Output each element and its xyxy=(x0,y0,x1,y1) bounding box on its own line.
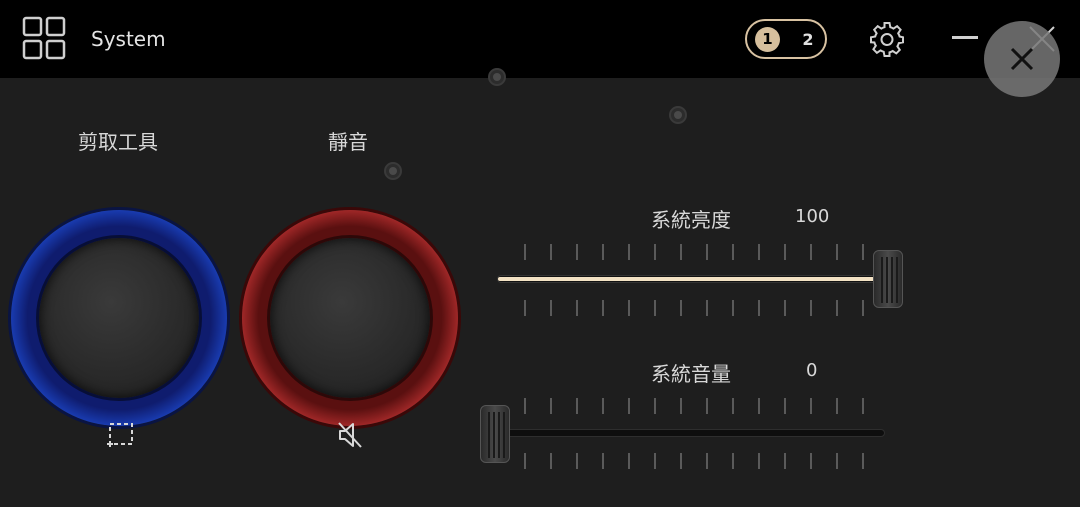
tick-mark xyxy=(524,300,526,316)
volume-label: 系統音量 xyxy=(651,362,731,386)
page-1-button[interactable]: 1 xyxy=(755,27,780,52)
app-title: System xyxy=(91,27,166,51)
tick-mark xyxy=(602,398,604,414)
knob-center xyxy=(39,238,199,398)
decorative-dot xyxy=(384,162,402,180)
tick-mark xyxy=(810,300,812,316)
knob-center xyxy=(270,238,430,398)
volume-ticks-bottom xyxy=(520,453,880,469)
top-bar: System 1 2 xyxy=(0,0,1080,78)
tick-mark xyxy=(706,244,708,260)
brightness-value: 100 xyxy=(795,206,830,227)
tick-mark xyxy=(602,453,604,469)
tick-mark xyxy=(680,398,682,414)
volume-track[interactable] xyxy=(495,429,885,437)
tick-mark xyxy=(602,300,604,316)
tick-mark xyxy=(732,300,734,316)
close-icon xyxy=(1010,47,1034,71)
brightness-fill xyxy=(498,277,888,281)
tick-mark xyxy=(524,398,526,414)
tick-mark xyxy=(784,300,786,316)
tick-mark xyxy=(628,300,630,316)
volume-slider-thumb[interactable] xyxy=(480,405,510,463)
tick-mark xyxy=(628,244,630,260)
gear-icon[interactable] xyxy=(868,20,906,58)
brightness-ticks-bottom xyxy=(520,300,880,316)
minimize-icon[interactable] xyxy=(952,36,978,39)
tick-mark xyxy=(654,244,656,260)
close-overlay-button[interactable] xyxy=(984,21,1060,97)
tick-mark xyxy=(524,453,526,469)
tick-mark xyxy=(758,300,760,316)
tick-mark xyxy=(628,453,630,469)
tick-mark xyxy=(654,300,656,316)
tick-mark xyxy=(836,453,838,469)
tick-mark xyxy=(706,300,708,316)
tick-mark xyxy=(706,398,708,414)
tick-mark xyxy=(758,244,760,260)
tick-mark xyxy=(680,244,682,260)
tick-mark xyxy=(862,398,864,414)
tick-mark xyxy=(758,453,760,469)
brightness-track[interactable] xyxy=(497,275,897,283)
tick-mark xyxy=(862,453,864,469)
tick-mark xyxy=(810,453,812,469)
tick-mark xyxy=(576,453,578,469)
tick-mark xyxy=(654,398,656,414)
tick-mark xyxy=(680,300,682,316)
tick-mark xyxy=(732,244,734,260)
tick-mark xyxy=(602,244,604,260)
tick-mark xyxy=(836,398,838,414)
tick-mark xyxy=(576,300,578,316)
tick-mark xyxy=(550,244,552,260)
tick-mark xyxy=(706,453,708,469)
tick-mark xyxy=(836,244,838,260)
tick-mark xyxy=(680,453,682,469)
tick-mark xyxy=(628,398,630,414)
snip-icon xyxy=(107,423,133,447)
tick-mark xyxy=(550,398,552,414)
mute-label: 靜音 xyxy=(328,130,368,154)
decorative-dot xyxy=(488,68,506,86)
tick-mark xyxy=(576,398,578,414)
volume-value: 0 xyxy=(806,360,818,381)
snip-tool-knob[interactable] xyxy=(11,210,227,426)
tick-mark xyxy=(810,398,812,414)
tick-mark xyxy=(758,398,760,414)
decorative-dot xyxy=(669,106,687,124)
mute-icon xyxy=(338,422,362,448)
page-2-button[interactable]: 2 xyxy=(799,27,817,52)
tick-mark xyxy=(784,244,786,260)
tick-mark xyxy=(550,300,552,316)
tick-mark xyxy=(784,398,786,414)
page-switcher[interactable]: 1 2 xyxy=(745,19,827,59)
tick-mark xyxy=(784,453,786,469)
tick-mark xyxy=(550,453,552,469)
brightness-slider-thumb[interactable] xyxy=(873,250,903,308)
tick-mark xyxy=(862,300,864,316)
tick-mark xyxy=(524,244,526,260)
grid-icon[interactable] xyxy=(22,16,66,60)
snip-tool-label: 剪取工具 xyxy=(78,130,158,154)
mute-knob[interactable] xyxy=(242,210,458,426)
tick-mark xyxy=(862,244,864,260)
tick-mark xyxy=(810,244,812,260)
tick-mark xyxy=(576,244,578,260)
tick-mark xyxy=(732,398,734,414)
tick-mark xyxy=(732,453,734,469)
brightness-label: 系統亮度 xyxy=(651,208,731,232)
brightness-ticks-top xyxy=(520,244,880,260)
volume-ticks-top xyxy=(520,398,880,414)
tick-mark xyxy=(836,300,838,316)
tick-mark xyxy=(654,453,656,469)
